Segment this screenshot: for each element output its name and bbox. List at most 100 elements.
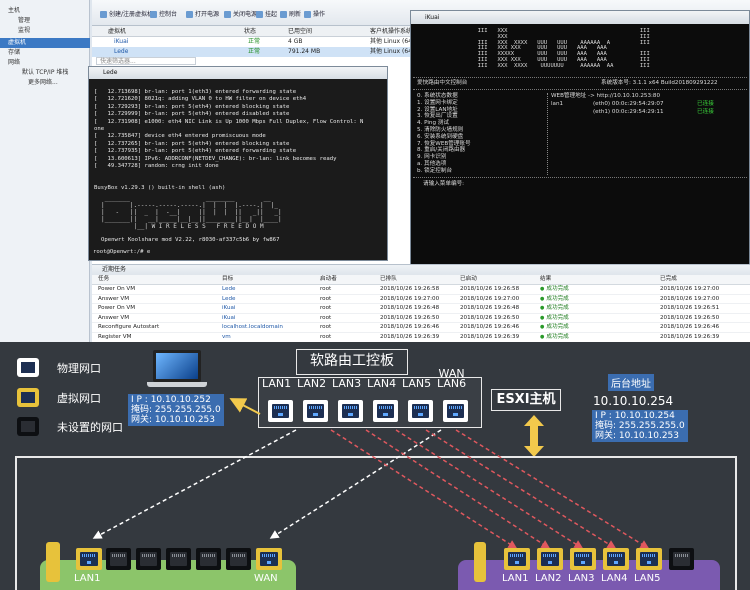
- vm-port-label: LAN5: [634, 573, 661, 584]
- lede-shell-prompt[interactable]: root@Openwrt:/# e: [93, 249, 150, 255]
- port-latch: [647, 561, 651, 564]
- ikuai-wan-status: 已连接: [697, 109, 714, 115]
- lede-console-window[interactable]: Lede [ 12.713698] br-lan: port 1(eth3) e…: [88, 66, 388, 261]
- vm-row-lede[interactable]: Lede 正常 791.24 MB 其他 Linux (64 位): [92, 47, 422, 57]
- vm-lan-virtual-port-icon: [537, 548, 563, 570]
- ikuai-separator: [413, 89, 747, 90]
- task-result: 成功完成: [540, 304, 568, 313]
- quick-filter-input[interactable]: 快速筛选器...: [96, 57, 196, 65]
- nav-host[interactable]: 主机: [0, 6, 90, 16]
- vm-port-label: LAN1: [502, 573, 529, 584]
- vm-lan-virtual-port-icon: [603, 548, 629, 570]
- ikuai-console-window[interactable]: iKuai III XXX III XXX III III XXX XXXX U…: [410, 10, 750, 265]
- ikuai-separator: [413, 177, 747, 178]
- task-cell: 2018/10/26 19:26:50: [380, 314, 440, 321]
- nav-monitor[interactable]: 监视: [0, 26, 90, 36]
- task-cell[interactable]: Lede: [222, 295, 235, 304]
- vm-lan-virtual-port-icon: [636, 548, 662, 570]
- task-cell: 2018/10/26 19:27:00: [660, 295, 720, 302]
- task-row[interactable]: Power On VM Lede root 2018/10/26 19:26:58 20…: [92, 285, 750, 295]
- laptop-connection-arrow: [229, 398, 261, 415]
- lan1-to-vm-lan1-line: [92, 429, 297, 539]
- vm-port-label: WAN: [254, 573, 278, 584]
- navigator-sidebar: 主机 管理 监视 虚拟机 存储 网络 默认 TCP/IP 堆栈 更多网络...: [0, 0, 90, 342]
- task-cell: Reconfigure Autostart: [98, 324, 160, 331]
- task-cell[interactable]: Lede: [222, 285, 235, 294]
- lede-version-line: Openwrt Koolshare mod V2.22, r8030-af337…: [101, 237, 280, 243]
- nav-vms[interactable]: 虚拟机: [0, 38, 90, 48]
- vm-port-label: LAN2: [535, 573, 562, 584]
- unset-port-icon: [196, 548, 221, 570]
- vm-port-label: LAN1: [74, 573, 101, 584]
- ikuai-version: 系统版本号: 3.1.1 x64 Build201809291222: [601, 80, 718, 86]
- suspend-button[interactable]: 挂起: [256, 9, 277, 20]
- port-latch: [87, 561, 91, 564]
- task-cell: root: [320, 314, 332, 321]
- vm-port-label: LAN3: [568, 573, 595, 584]
- unset-port-icon: [106, 548, 131, 570]
- task-cell: 2018/10/26 19:26:46: [660, 324, 720, 331]
- task-column-header[interactable]: 启动者: [320, 275, 337, 284]
- task-cell: root: [320, 295, 332, 302]
- task-cell: root: [320, 324, 332, 331]
- port-pins: [576, 554, 590, 557]
- nav-manage[interactable]: 管理: [0, 16, 90, 26]
- recent-tasks-title: 近期任务: [92, 265, 750, 275]
- ikuai-menu: 0. 系统状态数据 1. 设置网卡绑定 2. 设置LAN地址 3. 恢复出厂设置 4. …: [417, 93, 567, 183]
- task-cell: 2018/10/26 19:26:50: [460, 314, 520, 321]
- task-result: 成功完成: [540, 333, 568, 342]
- power-off-button[interactable]: 关闭电源: [224, 9, 257, 20]
- create-vm-button[interactable]: 创建/注册虚拟机: [100, 9, 153, 20]
- nav-more-networks[interactable]: 更多网络...: [0, 78, 90, 88]
- task-cell: 2018/10/26 19:26:48: [380, 305, 440, 312]
- task-cell[interactable]: vm: [222, 333, 231, 342]
- task-cell[interactable]: iKuai: [222, 314, 235, 323]
- port-latch: [267, 561, 271, 564]
- refresh-button[interactable]: 刷新: [280, 9, 301, 20]
- vm-row-ikuai[interactable]: iKuai 正常 4 GB 其他 Linux (64 位): [92, 37, 422, 47]
- task-column-header[interactable]: 已启动: [460, 275, 477, 284]
- ikuai-console-title: 爱快路由中文控制台: [417, 80, 468, 86]
- unset-port-icon: [166, 548, 191, 570]
- ikuai-window-titlebar[interactable]: iKuai: [411, 11, 749, 24]
- task-column-header[interactable]: 任务: [98, 275, 109, 284]
- task-column-header[interactable]: 已排队: [380, 275, 397, 284]
- task-row[interactable]: Register VM vm root 2018/10/26 19:26:39 2018…: [92, 333, 750, 342]
- task-row[interactable]: Reconfigure Autostart localhost.localdoma…: [92, 323, 750, 333]
- unset-port-icon: [226, 548, 251, 570]
- task-cell: 2018/10/26 19:26:39: [660, 334, 720, 340]
- task-cell[interactable]: iKuai: [222, 304, 235, 313]
- nav-network[interactable]: 网络: [0, 58, 90, 68]
- lan6-to-vm-lan5-line: [455, 429, 650, 549]
- nav-tcpip-stack[interactable]: 默认 TCP/IP 堆栈: [0, 68, 90, 78]
- port-pins: [675, 554, 688, 557]
- port-pins: [642, 554, 656, 557]
- port-pins: [172, 554, 185, 557]
- task-row[interactable]: Answer VM Lede root 2018/10/26 19:27:00 2018…: [92, 295, 750, 305]
- task-cell[interactable]: localhost.localdomain: [222, 323, 283, 332]
- ikuai-menu-item[interactable]: b. 锁定控制台: [417, 168, 452, 175]
- task-column-header[interactable]: 结果: [540, 275, 551, 284]
- power-on-button[interactable]: 打开电源: [186, 9, 219, 20]
- task-cell: root: [320, 286, 332, 292]
- port-latch: [614, 561, 618, 564]
- vm-table-header: 虚拟机 状态 已用空间 客户机操作系统: [92, 26, 412, 37]
- unset-port-icon: [136, 548, 161, 570]
- task-cell: 2018/10/26 19:26:39: [460, 334, 520, 340]
- actions-button[interactable]: 操作: [304, 9, 325, 20]
- lan2-to-vm-lan1-line: [330, 429, 518, 549]
- recent-tasks-rows: Power On VM Lede root 2018/10/26 19:26:58 20…: [92, 285, 750, 342]
- port-pins: [510, 554, 524, 557]
- task-column-header[interactable]: 目标: [222, 275, 233, 284]
- task-cell: Answer VM: [98, 295, 130, 302]
- task-row[interactable]: Answer VM iKuai root 2018/10/26 19:26:50 201…: [92, 314, 750, 324]
- task-row[interactable]: Power On VM iKuai root 2018/10/26 19:26:48 2…: [92, 304, 750, 314]
- ikuai-menu-prompt[interactable]: 请输入菜单编号:: [423, 181, 464, 188]
- nav-storage[interactable]: 存储: [0, 48, 90, 58]
- task-column-header[interactable]: 已完成: [660, 275, 677, 284]
- console-button[interactable]: 控制台: [150, 9, 177, 20]
- port-pins: [112, 554, 125, 557]
- lan4-to-vm-lan3-line: [395, 429, 584, 549]
- task-cell: 2018/10/26 19:26:46: [380, 324, 440, 331]
- lede-window-titlebar[interactable]: Lede: [89, 67, 387, 79]
